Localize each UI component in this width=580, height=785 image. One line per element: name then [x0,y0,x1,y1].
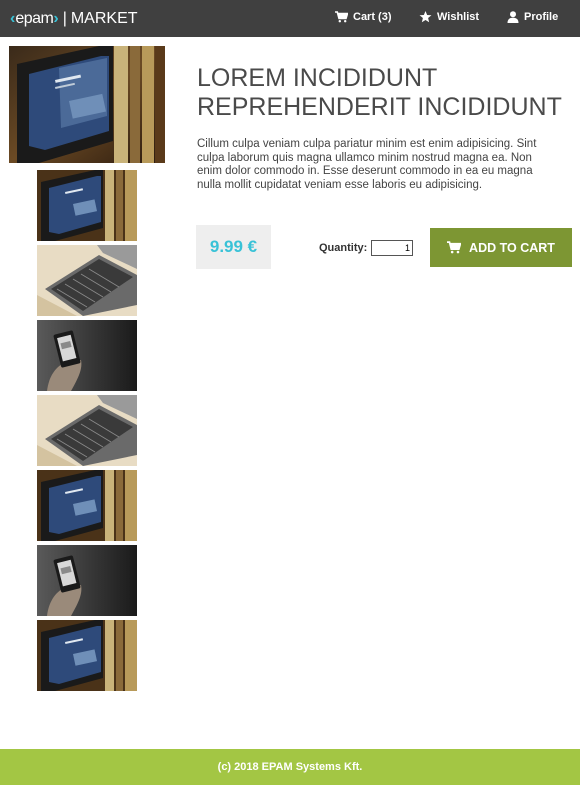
top-bar: ‹ epam › | MARKET Cart (3) Wishlist Prof… [0,0,580,37]
add-to-cart-button[interactable]: ADD TO CART [430,228,572,267]
product-main-image [9,46,165,163]
footer: (c) 2018 EPAM Systems Kft. [0,749,580,785]
product-page: ‹ epam › | MARKET Cart (3) Wishlist Prof… [0,0,580,785]
brand-market-label: MARKET [70,10,138,27]
laptop-keyboard-image [37,395,137,466]
tablet-on-bookshelf-image [37,170,137,241]
laptop-keyboard-image [37,245,137,316]
hand-holding-phone-image [37,320,137,391]
nav-profile-label: Profile [524,11,559,23]
nav-profile-link[interactable]: Profile [507,11,558,23]
nav-cart-label: Cart (3) [353,11,392,23]
thumbnail-4[interactable] [37,395,137,466]
tablet-on-bookshelf-image [37,470,137,541]
star-icon [419,11,432,23]
brand-logo[interactable]: ‹ epam › | MARKET [10,9,138,29]
product-title: LOREM INCIDIDUNT REPREHENDERIT INCIDIDUN… [197,64,562,121]
user-icon [507,11,519,23]
product-price: 9.99 € [209,237,258,256]
thumbnail-6[interactable] [37,545,137,616]
thumbnail-5[interactable] [37,470,137,541]
nav-wishlist-label: Wishlist [437,11,480,23]
tablet-on-bookshelf-image [37,620,137,691]
hand-holding-phone-image [37,545,137,616]
logo-wordmark: epam [15,10,54,27]
footer-copyright: (c) 2018 EPAM Systems Kft. [217,761,363,773]
nav-cart-link[interactable]: Cart (3) [335,11,392,23]
thumbnail-1[interactable] [37,170,137,241]
tablet-on-bookshelf-image [9,46,165,163]
cart-icon [335,11,348,23]
cart-icon [447,241,462,254]
quantity-input[interactable] [371,240,413,256]
thumbnail-2[interactable] [37,245,137,316]
logo-right-bracket: › [53,10,59,27]
thumbnail-3[interactable] [37,320,137,391]
product-description: Cillum culpa veniam culpa pariatur minim… [197,138,537,191]
price-box: 9.99 € [196,225,271,269]
add-to-cart-label: ADD TO CART [469,240,555,255]
quantity-label: Quantity: [319,242,368,254]
brand-separator: | [62,10,67,27]
nav-wishlist-link[interactable]: Wishlist [419,11,479,23]
thumbnail-7[interactable] [37,620,137,691]
